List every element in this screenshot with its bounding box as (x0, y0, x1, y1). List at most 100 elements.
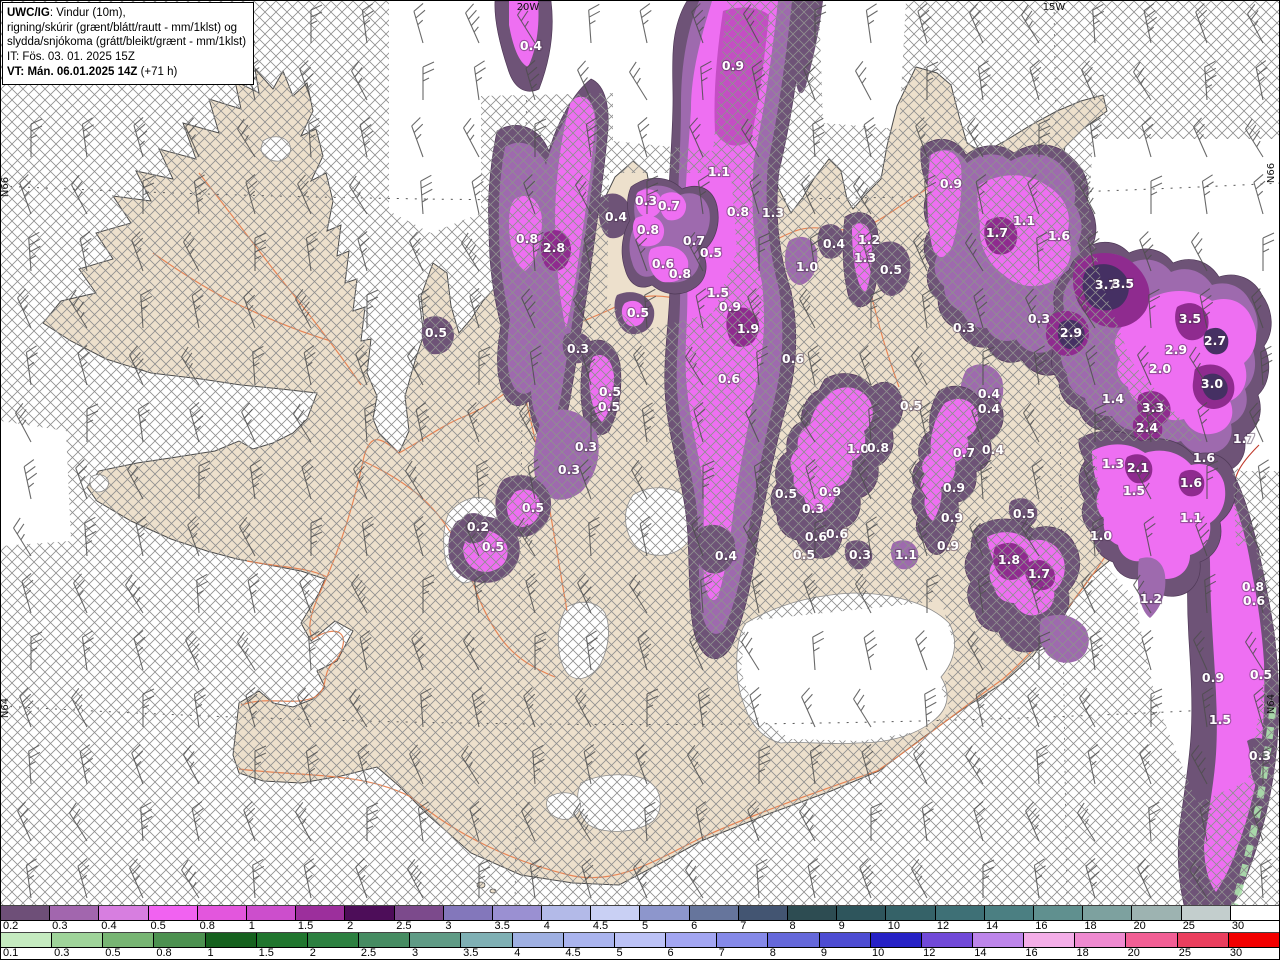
precip-value-label: 2.4 (1136, 420, 1158, 435)
precip-value-label: 0.5 (425, 325, 447, 340)
precip-value-label: 0.4 (978, 401, 1000, 416)
precip-value-label: 0.5 (482, 539, 504, 554)
valid-time-line: VT: Mán. 06.01.2025 14Z (+71 h) (7, 65, 178, 78)
colorbar-tick-label: 10 (887, 920, 901, 932)
colorbar-cell (49, 906, 99, 920)
colorbar-cell (204, 933, 256, 947)
precip-value-label: 3.3 (1142, 400, 1164, 415)
colorbar-tick-label: 5 (616, 947, 623, 959)
colorbar-tick-label: 14 (986, 920, 999, 932)
colorbar-tick-label: 12 (923, 947, 936, 959)
precip-value-label: 0.9 (941, 510, 963, 525)
colorbar-tick-label: 25 (1182, 920, 1195, 932)
colorbar-tick-label: 2 (309, 947, 316, 959)
coordinate-label: N64 (1, 698, 11, 718)
colorbar-tick-label: 30 (1229, 947, 1243, 959)
colorbar-legends: 0.2 0.3 0.4 0.5 0.8 1 1.5 2 2.5 3 3.5 4 4.5 5 6 7 8 9 10 12… (1, 905, 1279, 959)
colorbar-cell (409, 933, 461, 947)
precip-value-label: 1.3 (762, 205, 784, 220)
precip-value-label: 0.5 (627, 305, 649, 320)
precip-value-label: 0.6 (1243, 593, 1265, 608)
colorbar-cell (1082, 906, 1132, 920)
precip-value-label: 0.4 (978, 386, 1000, 401)
colorbar-tick-label: 5 (642, 920, 649, 932)
colorbar-cell (920, 933, 972, 947)
colorbar-tick-label: 1.5 (297, 920, 314, 932)
colorbar-tick-label: 18 (1084, 920, 1097, 932)
colorbar-cell (818, 933, 870, 947)
precip-value-label: 0.5 (700, 245, 722, 260)
precip-value-label: 0.3 (802, 501, 824, 516)
precip-value-label: 0.9 (943, 480, 965, 495)
precip-value-label: 1.1 (895, 547, 917, 562)
precip-value-label: 1.1 (1013, 213, 1035, 228)
precip-value-label: 0.6 (782, 351, 804, 366)
precip-value-label: 0.7 (953, 445, 975, 460)
product-line: UWC/IG: Vindur (10m), (7, 7, 126, 19)
colorbar-tick-label: 2.5 (396, 920, 412, 932)
colorbar-cell (836, 906, 886, 920)
colorbar-cell (639, 906, 689, 920)
precip-value-label: 0.3 (567, 341, 589, 356)
colorbar-cell (245, 906, 296, 920)
map-area: 0.4 0.9 1.1 0.8 1.3 1.0 1.5 0.9 1.9 0.6 0.6 0.8 2.8 0… (1, 1, 1279, 905)
precip-value-label: 0.3 (575, 439, 597, 454)
colorbar-tick-label: 10 (872, 947, 885, 959)
colorbar-cell (885, 906, 935, 920)
sleet-snow-colorbar: 0.2 0.3 0.4 0.5 0.8 1 1.5 2 2.5 3 3.5 4 4.5 5 6 7 8 9 10 12… (1, 905, 1279, 932)
precip-value-label: 2.1 (1127, 460, 1149, 475)
colorbar-cell (153, 933, 205, 947)
precip-value-label: 3.5 (1179, 311, 1201, 326)
colorbar-tick-label: 3.5 (463, 947, 479, 959)
precip-value-label: 0.3 (953, 320, 975, 335)
precip-value-label: 1.8 (998, 552, 1020, 567)
init-time-line: IT: Fös. 03. 01. 2025 15Z (7, 51, 135, 64)
colorbar-cell (147, 906, 197, 920)
colorbar-cell (344, 906, 394, 920)
colorbar-cell (442, 906, 492, 920)
precip-value-label: 0.5 (1013, 506, 1035, 521)
colorbar-tick-label: 16 (1035, 920, 1048, 932)
colorbar-tick-label: 8 (769, 947, 776, 959)
precip-value-label: 1.6 (1180, 475, 1202, 490)
colorbar-cell (1, 933, 52, 947)
precip-value-label: 0.5 (793, 547, 815, 562)
colorbar-tick-label: 1.5 (258, 947, 274, 959)
colorbar-tick-label: 8 (789, 920, 796, 932)
precip-value-label: 0.5 (522, 500, 544, 515)
colorbar-tick-label: 4.5 (565, 947, 581, 959)
rain-legend-line: rigning/skúrir (grænt/blátt/rautt - mm/1… (7, 21, 238, 34)
colorbar-tick-label: 4 (543, 920, 550, 932)
precip-value-label: 0.5 (775, 486, 797, 501)
forecast-title-box: UWC/IG: Vindur (10m), rigning/skúrir (gr… (2, 2, 255, 85)
colorbar-cell (971, 933, 1024, 947)
colorbar-cell (983, 906, 1033, 920)
colorbar-cell (787, 906, 837, 920)
colorbar-cell (737, 906, 787, 920)
precip-value-label: 1.5 (707, 285, 729, 300)
precip-value-label: 1.3 (854, 250, 876, 265)
colorbar-tick-label: 0.3 (52, 920, 68, 932)
colorbar-cell (934, 906, 984, 920)
coordinate-label: 15W (1043, 2, 1066, 13)
colorbar-cell (196, 906, 246, 920)
precip-value-label: 0.5 (599, 384, 621, 399)
colorbar-cell (767, 933, 819, 947)
hatch-overlay (1, 1, 1279, 905)
precip-value-label: 0.9 (940, 176, 962, 191)
colorbar-cell (98, 906, 148, 920)
precip-value-label: 1.7 (986, 225, 1008, 240)
precip-value-label: 0.3 (635, 193, 657, 208)
precip-value-label: 2.9 (1165, 342, 1187, 357)
colorbar-cell (665, 933, 717, 947)
colorbar-tick-label: 2.5 (360, 947, 377, 959)
colorbar-cell (716, 933, 768, 947)
precip-value-label: 1.1 (1180, 510, 1202, 525)
precip-value-label: 3.0 (1201, 376, 1223, 391)
precip-value-label: 0.5 (880, 262, 902, 277)
colorbar-cell (869, 933, 921, 947)
colorbar-labels: 0.2 0.3 0.4 0.5 0.8 1 1.5 2 2.5 3 3.5 4 4.5 5 6 7 8 9 10 12… (1, 920, 1279, 932)
precip-value-label: 0.9 (1202, 670, 1224, 685)
colorbar-tick-label: 0.3 (54, 947, 70, 959)
precip-value-label: 2.8 (543, 240, 565, 255)
